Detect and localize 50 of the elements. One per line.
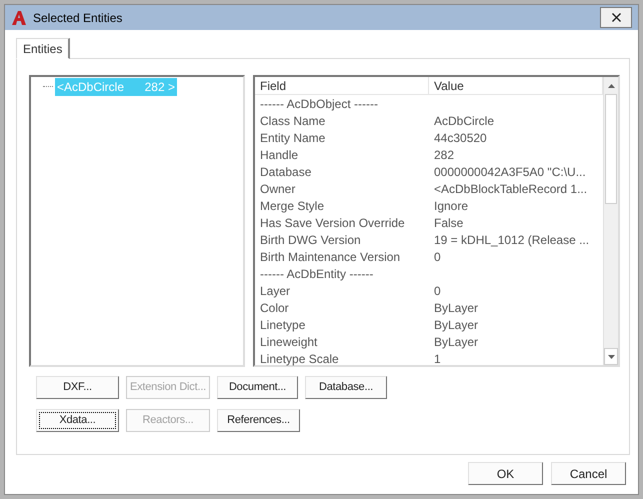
scroll-up-icon[interactable] [608,84,614,88]
field-name: Linetype Scale [259,350,340,368]
action-button[interactable]: Xdata... [36,409,119,432]
field-name: Layer [259,282,292,300]
field-name: Linetype [259,316,306,334]
scroll-thumb[interactable] [605,94,617,204]
field-value: ByLayer [433,334,478,350]
field-name: Database [259,164,312,180]
scroll-down-icon[interactable] [608,354,614,358]
field-value: 44c30520 [433,130,487,146]
field-name: Birth DWG Version [259,232,362,248]
field-name: Merge Style [259,198,326,214]
field-value: Ignore [433,198,468,214]
field-name: Birth Maintenance Version [259,248,402,266]
window-title: Selected Entities [33,10,124,26]
close-button[interactable] [600,7,632,28]
dialog-button[interactable]: Cancel [551,462,626,485]
action-button[interactable]: Database... [305,376,387,399]
action-button[interactable]: Document... [217,376,298,399]
tree-item-handle: 282 > [144,78,175,96]
tab[interactable]: Entities [16,38,70,59]
dialog-button[interactable]: OK [468,462,543,485]
field-name: Color [259,300,290,316]
field-value: 0 [433,282,441,300]
action-button[interactable]: DXF... [36,376,119,399]
section-header: ------ AcDbObject ------ [259,96,378,112]
close-icon [612,13,620,22]
field-name: Handle [259,146,300,164]
tree-item-label: <AcDbCircle [57,78,124,96]
field-value: AcDbCircle [433,112,494,130]
scrollbar[interactable] [603,77,618,365]
tree-connector [43,86,53,87]
field-value: 19 = kDHL_1012 (Release ... [433,232,590,248]
field-name: Class Name [259,112,326,130]
field-value: 282 [433,146,454,164]
app-logo-icon [11,10,27,26]
section-header: ------ AcDbEntity ------ [259,266,374,282]
field-name: Has Save Version Override [259,214,406,232]
field-value: 1 [433,350,441,368]
field-value: 0000000042A3F5A0 "C:\U... [433,164,586,180]
column-header[interactable]: Field [255,77,429,94]
field-name: Owner [259,180,296,198]
field-value: ByLayer [433,316,478,334]
action-button[interactable]: References... [217,409,300,432]
field-value: 0 [433,248,441,266]
field-value: <AcDbBlockTableRecord 1... [433,180,588,198]
field-value: ByLayer [433,300,478,316]
field-name: Entity Name [259,130,326,146]
field-value: False [433,214,464,232]
field-name: Lineweight [259,334,318,350]
